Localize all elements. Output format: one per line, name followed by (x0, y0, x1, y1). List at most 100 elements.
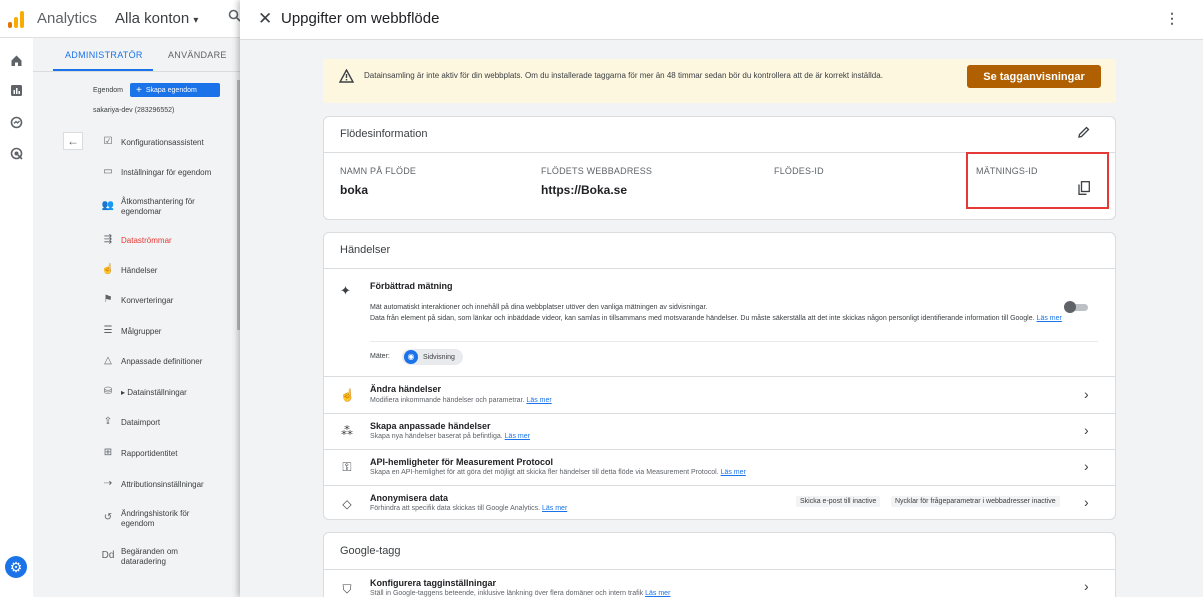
create-property-button[interactable]: + Skapa egendom (130, 83, 220, 97)
history-icon: ↺ (103, 512, 113, 523)
row-title: Skapa anpassade händelser (370, 421, 491, 431)
data-deletion-icon: Dd (101, 550, 115, 561)
audience-icon: ☰ (103, 325, 113, 336)
divider (324, 376, 1115, 377)
data-streams-icon: ⇶ (103, 234, 113, 245)
page-view-chip-label: Sidvisning (423, 353, 455, 361)
admin-tabs: ADMINISTRATÖR ANVÄNDARE (33, 38, 240, 72)
measures-label: Mäter: (370, 353, 390, 360)
stream-id-label: FLÖDES-ID (774, 166, 824, 176)
divider (324, 449, 1115, 450)
admin-menu-item[interactable]: Konverteringar (121, 296, 173, 306)
key-icon: ⚿ (342, 460, 352, 474)
stream-name-value: boka (340, 183, 369, 197)
analytics-logo-icon[interactable] (8, 10, 24, 28)
admin-menu-item-active[interactable]: Dataströmmar (121, 236, 172, 246)
database-icon: ⛁ (103, 386, 113, 397)
admin-menu-item[interactable]: Händelser (121, 266, 157, 276)
admin-menu-item[interactable]: Konfigurationsassistent (121, 138, 204, 148)
sparkle-click-icon: ⁂ (341, 424, 353, 438)
property-id: sakariya-dev (283296552) (93, 107, 175, 114)
stream-url-value: https://Boka.se (541, 183, 628, 197)
admin-menu-item[interactable]: Begäranden om dataradering (121, 547, 211, 567)
tab-users[interactable]: ANVÄNDARE (168, 50, 227, 60)
pii-note-text: Data från element på sidan, som länkar o… (370, 315, 1035, 322)
close-icon[interactable]: ✕ (258, 9, 272, 29)
more-vert-icon[interactable]: ⋮ (1165, 10, 1179, 27)
people-icon: 👥 (101, 200, 115, 211)
stream-info-title: Flödesinformation (340, 128, 428, 140)
enhanced-measurement-pii-note: Data från element på sidan, som länkar o… (370, 314, 1070, 324)
edit-pencil-icon[interactable] (1078, 126, 1090, 141)
row-desc: Modifiera inkommande händelser och param… (370, 397, 552, 404)
explore-icon[interactable] (9, 116, 24, 131)
chevron-right-icon: › (1084, 386, 1089, 402)
divider (370, 341, 1098, 342)
property-label: Egendom (93, 87, 123, 94)
eraser-icon: ◇ (342, 497, 352, 511)
tab-administrator[interactable]: ADMINISTRATÖR (65, 50, 143, 60)
learn-more-link[interactable]: Läs mer (542, 505, 567, 512)
touch-icon: ☝ (340, 388, 355, 402)
row-desc: Ställ in Google-taggens beteende, inklus… (370, 590, 671, 597)
shapes-icon: △ (104, 355, 112, 366)
learn-more-link[interactable]: Läs mer (505, 433, 530, 440)
tag-instructions-button[interactable]: Se tagganvisningar (967, 65, 1101, 88)
account-selector-label: Alla konton (115, 10, 190, 27)
admin-menu-item[interactable]: Inställningar för egendom (121, 168, 211, 178)
divider (324, 569, 1115, 570)
expand-arrow-icon: ▸ (121, 388, 126, 397)
learn-more-link[interactable]: Läs mer (645, 590, 670, 597)
stream-name-label: NAMN PÅ FLÖDE (340, 166, 417, 176)
google-tag-card: Google-tagg ⛉ Konfigurera tagginställnin… (323, 532, 1116, 597)
learn-more-link[interactable]: Läs mer (526, 397, 551, 404)
admin-menu-item[interactable]: Målgrupper (121, 327, 161, 337)
drawer-title: Uppgifter om webbflöde (281, 10, 440, 27)
home-icon[interactable] (9, 54, 24, 69)
admin-menu-item[interactable]: Åtkomsthantering för egendomar (121, 197, 211, 217)
admin-menu-item[interactable]: Dataimport (121, 418, 160, 428)
admin-menu-item[interactable]: Ändringshistorik för egendom (121, 509, 211, 529)
enhanced-measurement-toggle[interactable] (1064, 301, 1088, 313)
status-badge: Nycklar för frågeparametrar i webbadress… (891, 496, 1060, 507)
flag-icon: ⚑ (103, 294, 113, 305)
stream-url-label: FLÖDETS WEBBADRESS (541, 166, 653, 176)
measurement-id-highlight (966, 152, 1109, 209)
learn-more-link[interactable]: Läs mer (721, 469, 746, 476)
enhanced-measurement-title: Förbättrad mätning (370, 281, 453, 291)
admin-menu-item[interactable]: Attributionsinställningar (121, 480, 204, 490)
plus-icon: + (136, 84, 142, 96)
admin-gear-icon[interactable]: ⚙ (5, 556, 27, 578)
advertising-icon[interactable] (9, 147, 24, 162)
row-title: Ändra händelser (370, 384, 442, 394)
row-title: API-hemligheter för Measurement Protocol (370, 457, 554, 467)
chevron-right-icon: › (1084, 578, 1089, 594)
status-badge: Skicka e-post till inactive (796, 496, 881, 507)
back-arrow-icon[interactable]: ← (63, 132, 83, 150)
stream-details-drawer: ✕ Uppgifter om webbflöde ⋮ Datainsamling… (240, 0, 1203, 597)
google-tag-title: Google-tagg (340, 545, 401, 557)
chevron-right-icon: › (1084, 494, 1089, 510)
row-title: Konfigurera tagginställningar (370, 578, 497, 588)
admin-menu-item-expandable[interactable]: ▸ Datainställningar (121, 388, 187, 398)
checklist-icon: ☑ (103, 136, 113, 147)
report-identity-icon: ⊞ (103, 447, 113, 458)
app-name: Analytics (37, 10, 98, 27)
admin-panel: ADMINISTRATÖR ANVÄNDARE Egendom + Skapa e… (33, 38, 240, 597)
events-title: Händelser (340, 244, 391, 256)
admin-menu-item[interactable]: Anpassade definitioner (121, 357, 202, 367)
admin-menu-item[interactable]: Rapportidentitet (121, 449, 177, 459)
learn-more-link[interactable]: Läs mer (1037, 315, 1062, 322)
stream-info-card: Flödesinformation NAMN PÅ FLÖDE boka FLÖ… (323, 116, 1116, 220)
account-selector[interactable]: Alla konton ▾ (115, 10, 198, 27)
chevron-down-icon: ▾ (193, 15, 199, 26)
touch-icon: ☝ (101, 264, 115, 275)
active-tab-indicator (53, 69, 153, 71)
chevron-right-icon: › (1084, 458, 1089, 474)
create-property-label: Skapa egendom (145, 86, 197, 94)
row-desc: Förhindra att specifik data skickas till… (370, 505, 568, 512)
chevron-right-icon: › (1084, 422, 1089, 438)
drawer-header: ✕ Uppgifter om webbflöde ⋮ (240, 0, 1203, 40)
reports-icon[interactable] (9, 84, 24, 99)
divider (324, 485, 1115, 486)
